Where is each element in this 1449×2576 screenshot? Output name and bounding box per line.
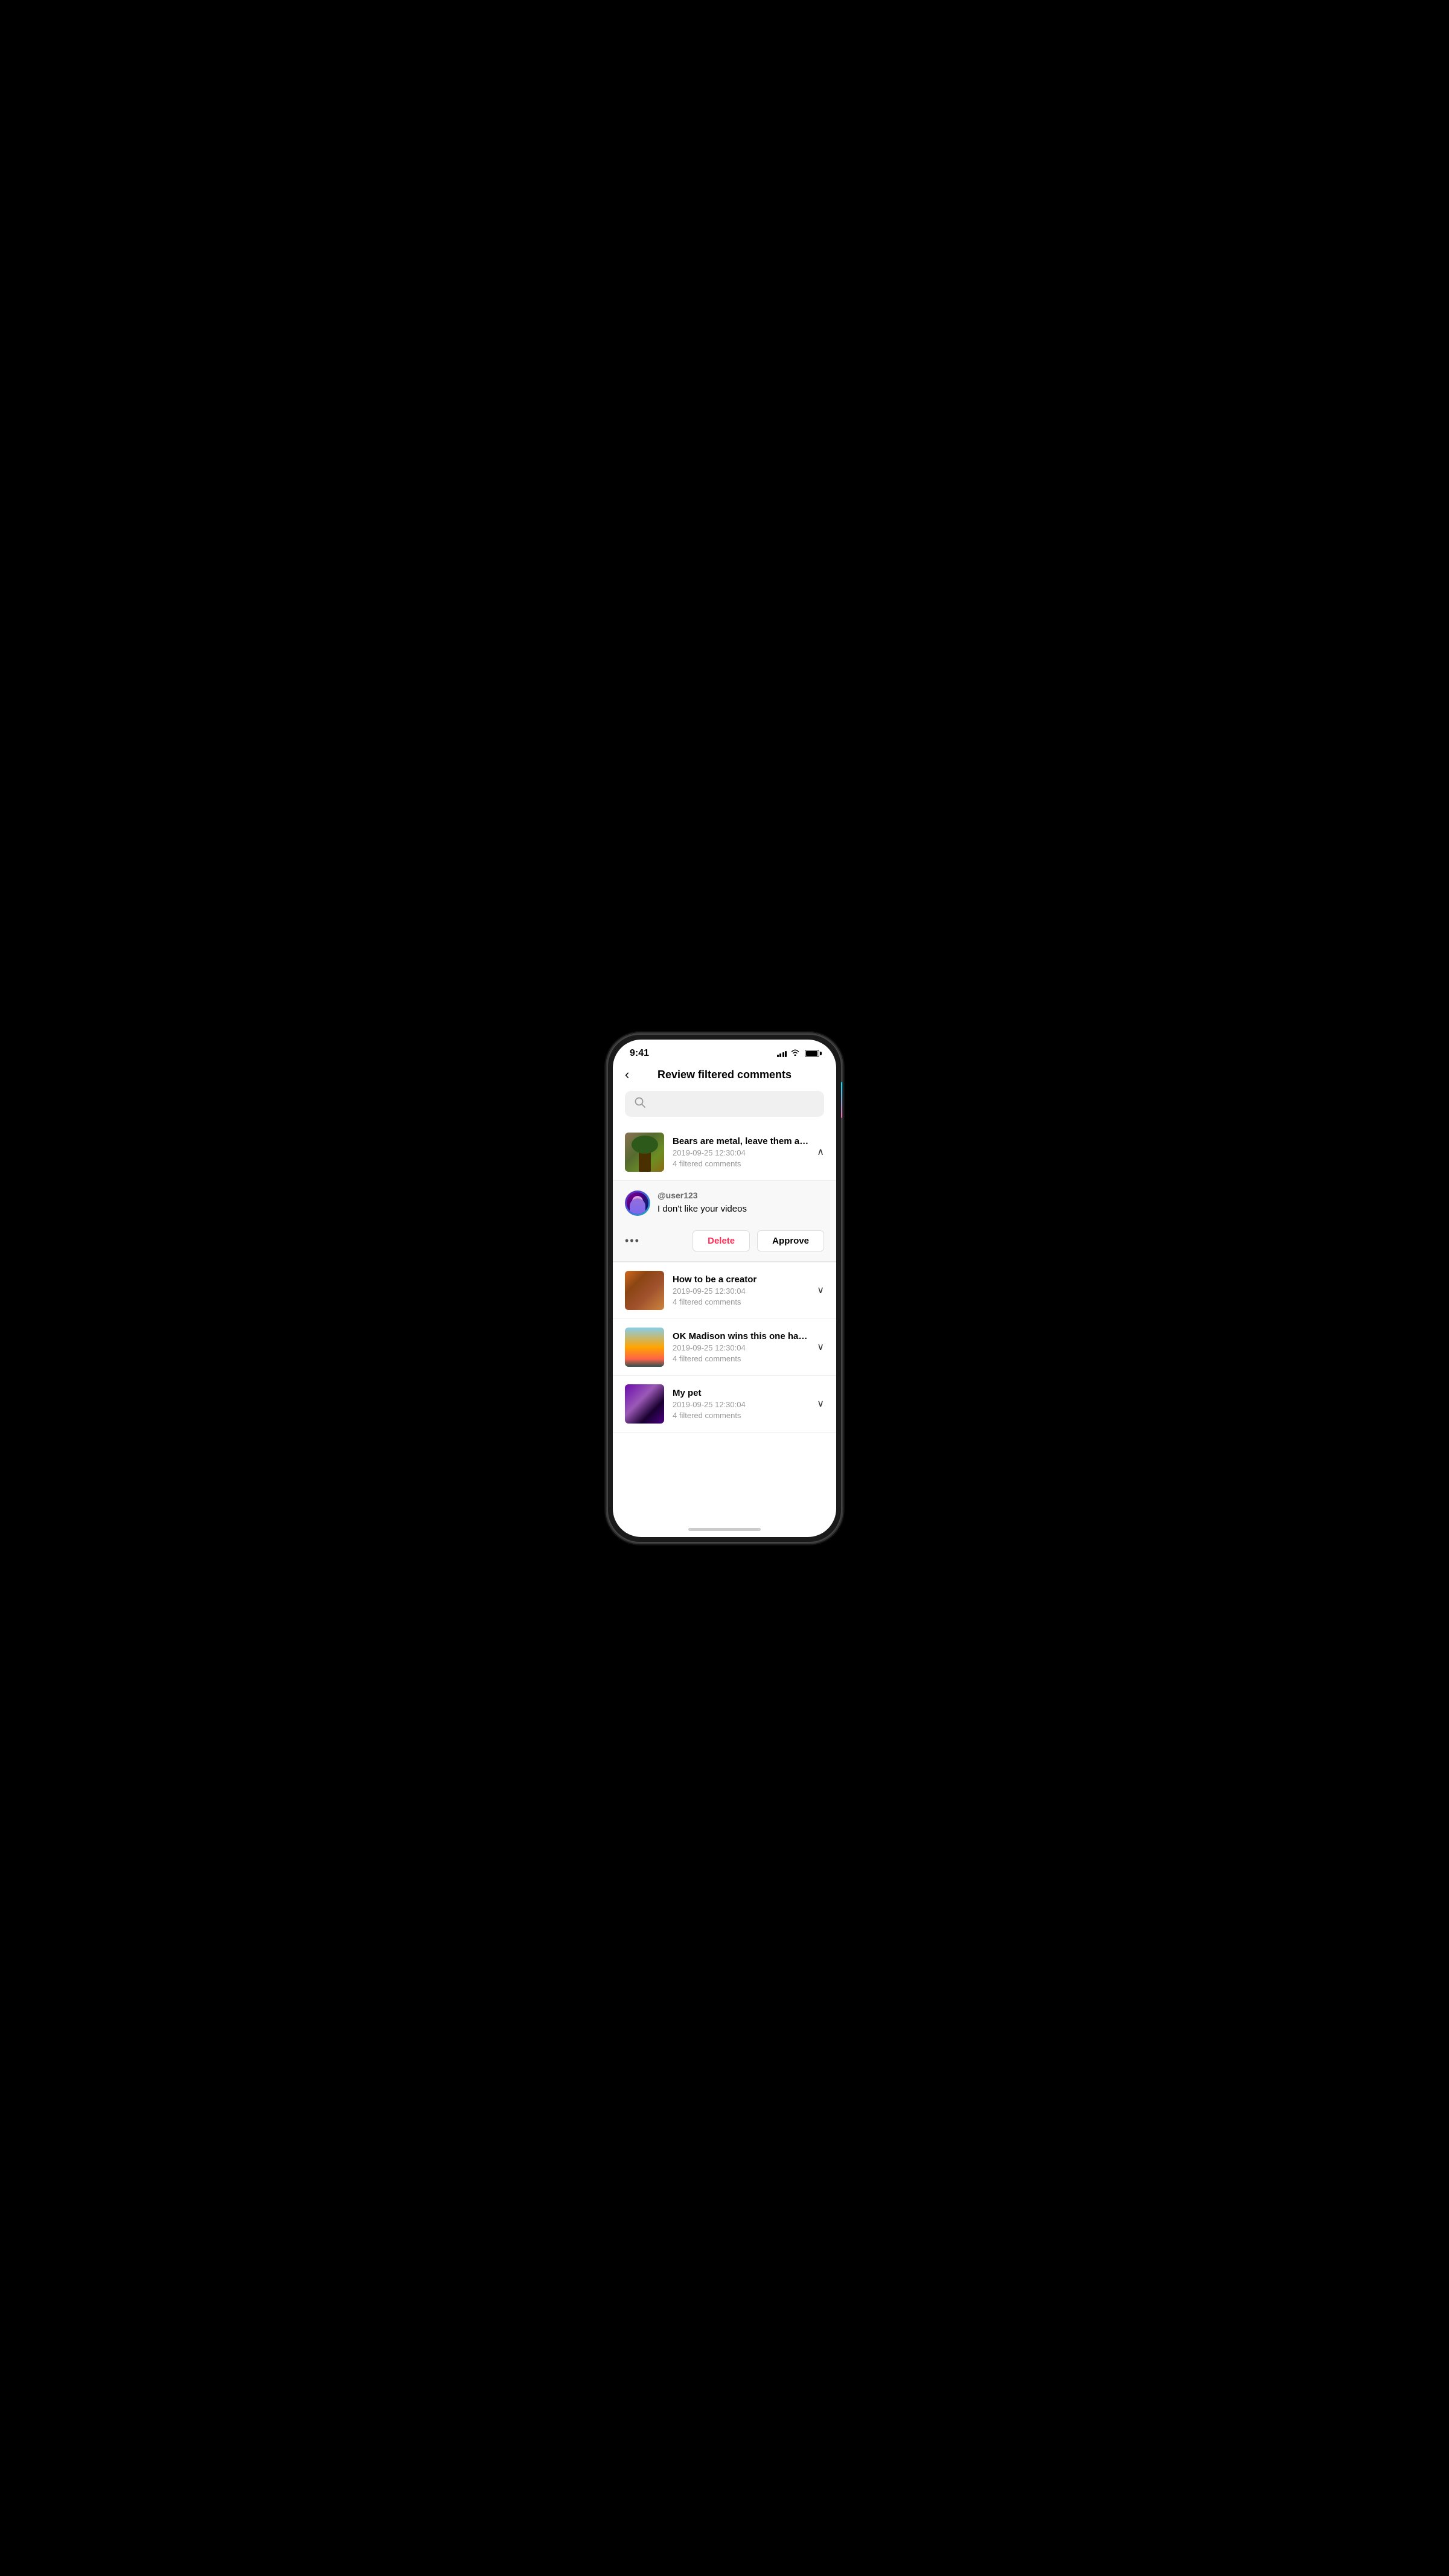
header: ‹ Review filtered comments bbox=[613, 1064, 836, 1088]
delete-button[interactable]: Delete bbox=[693, 1230, 750, 1251]
video-filter-count-bears: 4 filtered comments bbox=[673, 1159, 808, 1168]
approve-button[interactable]: Approve bbox=[757, 1230, 824, 1251]
comment-content: @user123 I don't like your videos bbox=[657, 1191, 824, 1215]
video-thumb-bears bbox=[625, 1133, 664, 1172]
chevron-down-icon-creator: ∨ bbox=[817, 1284, 824, 1296]
status-icons bbox=[777, 1049, 820, 1058]
bears-tree-decoration bbox=[639, 1148, 651, 1172]
video-item-pet[interactable]: My pet 2019-09-25 12:30:04 4 filtered co… bbox=[613, 1376, 836, 1433]
video-filter-count-pet: 4 filtered comments bbox=[673, 1411, 808, 1420]
search-bar[interactable] bbox=[625, 1091, 824, 1117]
back-button[interactable]: ‹ bbox=[625, 1068, 629, 1081]
search-input[interactable] bbox=[651, 1098, 814, 1109]
avatar-user123 bbox=[625, 1191, 650, 1216]
signal-bar-2 bbox=[779, 1053, 781, 1057]
battery-icon bbox=[805, 1050, 819, 1057]
video-title-bears: Bears are metal, leave them alone bbox=[673, 1136, 808, 1146]
video-info-madison: OK Madison wins this one hahaha... 2019-… bbox=[673, 1331, 808, 1363]
video-title-creator: How to be a creator bbox=[673, 1274, 808, 1285]
comment-item: @user123 I don't like your videos bbox=[613, 1181, 836, 1226]
video-thumb-madison bbox=[625, 1328, 664, 1367]
comment-actions: ••• Delete Approve bbox=[613, 1226, 836, 1262]
phone-frame: 9:41 bbox=[607, 1034, 842, 1543]
video-date-madison: 2019-09-25 12:30:04 bbox=[673, 1343, 808, 1352]
phone-screen: 9:41 bbox=[613, 1040, 836, 1537]
video-thumb-pet bbox=[625, 1384, 664, 1424]
video-title-pet: My pet bbox=[673, 1388, 808, 1398]
signal-bar-1 bbox=[777, 1055, 779, 1057]
video-info-pet: My pet 2019-09-25 12:30:04 4 filtered co… bbox=[673, 1388, 808, 1420]
avatar-inner bbox=[627, 1192, 648, 1214]
search-icon bbox=[635, 1097, 645, 1111]
home-bar bbox=[688, 1528, 761, 1531]
comment-text: I don't like your videos bbox=[657, 1203, 824, 1215]
video-date-bears: 2019-09-25 12:30:04 bbox=[673, 1148, 808, 1157]
signal-icon bbox=[777, 1050, 787, 1057]
signal-bar-3 bbox=[782, 1052, 784, 1057]
video-filter-count-creator: 4 filtered comments bbox=[673, 1297, 808, 1306]
more-options-button[interactable]: ••• bbox=[625, 1235, 685, 1247]
chevron-down-icon-madison: ∨ bbox=[817, 1341, 824, 1353]
content-area: Bears are metal, leave them alone 2019-0… bbox=[613, 1124, 836, 1523]
status-bar: 9:41 bbox=[613, 1040, 836, 1064]
expanded-section-bears: @user123 I don't like your videos ••• De… bbox=[613, 1181, 836, 1262]
video-title-madison: OK Madison wins this one hahaha... bbox=[673, 1331, 808, 1341]
home-indicator bbox=[613, 1523, 836, 1537]
video-info-bears: Bears are metal, leave them alone 2019-0… bbox=[673, 1136, 808, 1168]
video-thumb-creator bbox=[625, 1271, 664, 1310]
thumb-inner-bears bbox=[625, 1133, 664, 1172]
video-item-creator[interactable]: How to be a creator 2019-09-25 12:30:04 … bbox=[613, 1262, 836, 1319]
video-date-pet: 2019-09-25 12:30:04 bbox=[673, 1400, 808, 1409]
battery-fill bbox=[806, 1051, 817, 1056]
video-item-bears[interactable]: Bears are metal, leave them alone 2019-0… bbox=[613, 1124, 836, 1181]
page-title: Review filtered comments bbox=[625, 1069, 824, 1081]
chevron-down-icon-pet: ∨ bbox=[817, 1398, 824, 1410]
chevron-up-icon-bears: ∧ bbox=[817, 1146, 824, 1158]
avatar-face bbox=[630, 1198, 645, 1214]
video-info-creator: How to be a creator 2019-09-25 12:30:04 … bbox=[673, 1274, 808, 1306]
video-date-creator: 2019-09-25 12:30:04 bbox=[673, 1286, 808, 1296]
video-item-madison[interactable]: OK Madison wins this one hahaha... 2019-… bbox=[613, 1319, 836, 1376]
status-time: 9:41 bbox=[630, 1048, 649, 1059]
wifi-icon bbox=[790, 1049, 800, 1058]
comment-username: @user123 bbox=[657, 1191, 824, 1200]
signal-bar-4 bbox=[785, 1051, 787, 1057]
video-filter-count-madison: 4 filtered comments bbox=[673, 1354, 808, 1363]
